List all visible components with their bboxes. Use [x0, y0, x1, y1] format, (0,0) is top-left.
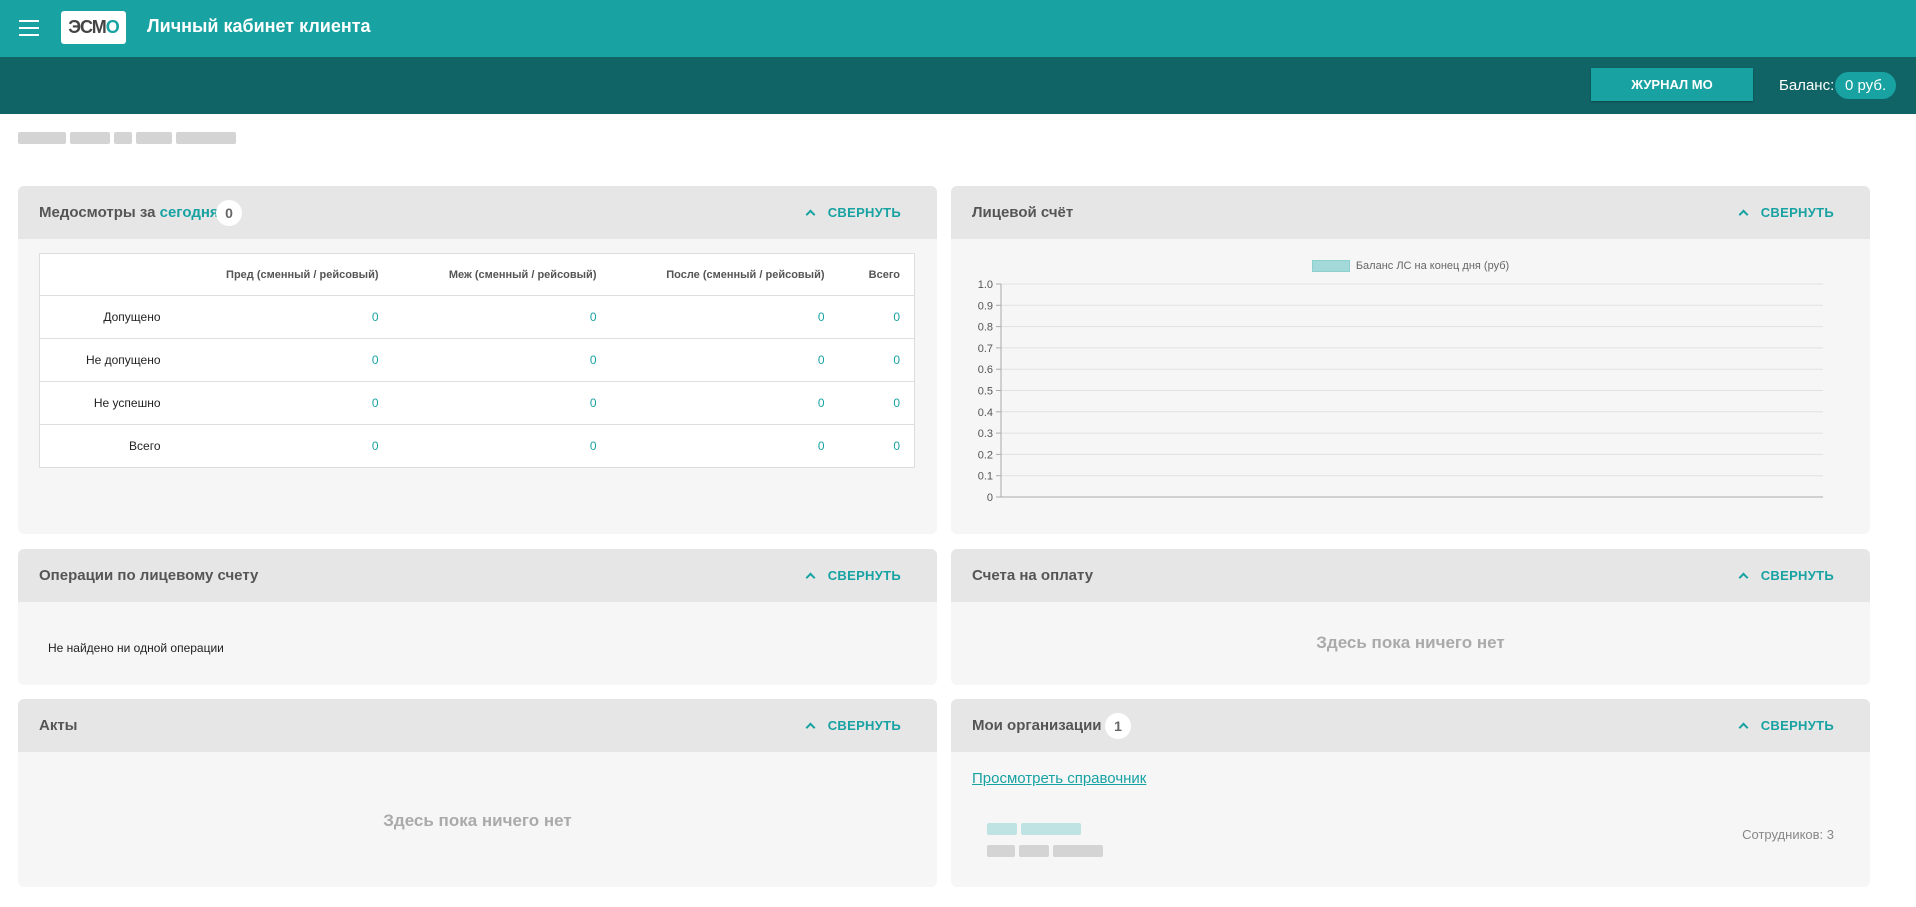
table-cell-value[interactable]: 0 — [174, 338, 393, 382]
medosmotry-collapse-button[interactable]: СВЕРНУТЬ — [805, 205, 901, 220]
invoices-card-header: Счета на оплату СВЕРНУТЬ — [951, 549, 1870, 602]
orgs-card: Мои организации 1 СВЕРНУТЬ Просмотреть с… — [951, 699, 1870, 887]
y-tick-label: 0.9 — [978, 300, 993, 312]
org-item-redacted[interactable] — [987, 820, 1112, 860]
account-card: Лицевой счёт СВЕРНУТЬ Баланс ЛС на конец… — [951, 186, 1870, 534]
table-cell-value[interactable]: 0 — [838, 424, 915, 468]
medosmotry-card: Медосмотры за сегодня 0 СВЕРНУТЬ Пред (с… — [18, 186, 937, 534]
invoices-collapse-button[interactable]: СВЕРНУТЬ — [1738, 568, 1834, 583]
table-row: Всего 0 0 0 0 — [39, 424, 915, 468]
table-cell-value[interactable]: 0 — [174, 295, 393, 339]
table-row: Не успешно 0 0 0 0 — [39, 381, 915, 425]
org-breadcrumb-redacted — [18, 129, 283, 145]
row-label: Не допущено — [39, 338, 175, 382]
y-tick-label: 0.3 — [978, 428, 993, 440]
operations-empty-message: Не найдено ни одной операции — [48, 641, 224, 655]
table-cell-value[interactable]: 0 — [838, 381, 915, 425]
y-tick-label: 0.8 — [978, 322, 993, 334]
account-title: Лицевой счёт — [972, 204, 1074, 221]
chevron-up-icon — [805, 572, 816, 583]
chevron-up-icon — [1738, 572, 1749, 583]
column-header: Всего — [838, 253, 915, 296]
y-tick-label: 0.5 — [978, 386, 993, 398]
table-cell-value[interactable]: 0 — [174, 424, 393, 468]
chevron-up-icon — [805, 722, 816, 733]
app-title: Личный кабинет клиента — [147, 16, 371, 36]
chevron-up-icon — [1738, 209, 1749, 220]
medosmotry-title-period[interactable]: сегодня — [160, 204, 219, 221]
journal-mo-button[interactable]: ЖУРНАЛ МО — [1591, 68, 1753, 101]
column-header: Меж (сменный / рейсовый) — [392, 253, 611, 296]
balance-badge: 0 руб. — [1835, 72, 1897, 99]
table-cell-value[interactable]: 0 — [838, 338, 915, 382]
orgs-collapse-button[interactable]: СВЕРНУТЬ — [1738, 718, 1834, 733]
operations-title: Операции по лицевому счету — [39, 567, 259, 584]
acts-card-header: Акты СВЕРНУТЬ — [18, 699, 937, 752]
logo-text-a: ЭСМ — [68, 17, 107, 37]
orgs-title: Мои организации — [972, 717, 1102, 734]
column-header: Пред (сменный / рейсовый) — [174, 253, 393, 296]
row-label: Не успешно — [39, 381, 175, 425]
y-tick-label: 0.7 — [978, 343, 993, 355]
y-tick-label: 0.6 — [978, 364, 993, 376]
hamburger-menu-icon[interactable] — [19, 20, 39, 36]
invoices-title: Счета на оплату — [972, 567, 1094, 584]
table-cell-value[interactable]: 0 — [174, 381, 393, 425]
table-cell-value[interactable]: 0 — [392, 295, 611, 339]
invoices-empty-message: Здесь пока ничего нет — [1316, 633, 1505, 652]
table-row: Допущено 0 0 0 0 — [39, 295, 915, 339]
table-cell-value[interactable]: 0 — [610, 338, 839, 382]
table-header-row: Пред (сменный / рейсовый) Меж (сменный /… — [39, 253, 915, 296]
sub-bar: ЖУРНАЛ МО Баланс: 0 руб. — [0, 57, 1916, 114]
y-tick-label: 0.2 — [978, 449, 993, 461]
balance-label: Баланс: — [1779, 77, 1835, 94]
account-collapse-button[interactable]: СВЕРНУТЬ — [1738, 205, 1834, 220]
acts-title: Акты — [39, 717, 78, 734]
operations-card-header: Операции по лицевому счету СВЕРНУТЬ — [18, 549, 937, 602]
y-tick-label: 1.0 — [978, 279, 993, 291]
view-directory-link[interactable]: Просмотреть справочник — [972, 770, 1146, 787]
medosmotry-card-header: Медосмотры за сегодня 0 СВЕРНУТЬ — [18, 186, 937, 239]
invoices-card: Счета на оплату СВЕРНУТЬ Здесь пока ниче… — [951, 549, 1870, 685]
column-header: После (сменный / рейсовый) — [610, 253, 839, 296]
acts-card: Акты СВЕРНУТЬ Здесь пока ничего нет — [18, 699, 937, 887]
medosmotry-title-prefix: Медосмотры за — [39, 204, 156, 221]
acts-collapse-button[interactable]: СВЕРНУТЬ — [805, 718, 901, 733]
legend-swatch — [1311, 260, 1350, 273]
logo-text-b: О — [105, 17, 120, 37]
medosmotry-title: Медосмотры за сегодня — [39, 204, 219, 221]
orgs-card-header: Мои организации 1 СВЕРНУТЬ — [951, 699, 1870, 752]
y-tick-label: 0.4 — [978, 407, 993, 419]
y-tick-label: 0.1 — [978, 471, 993, 483]
acts-empty-message: Здесь пока ничего нет — [383, 811, 572, 830]
operations-collapse-button[interactable]: СВЕРНУТЬ — [805, 568, 901, 583]
table-cell-value[interactable]: 0 — [610, 381, 839, 425]
operations-card: Операции по лицевому счету СВЕРНУТЬ Не н… — [18, 549, 937, 685]
table-cell-value[interactable]: 0 — [610, 295, 839, 339]
legend-label: Баланс ЛС на конец дня (руб) — [1355, 260, 1510, 272]
top-bar: ЭСМО Личный кабинет клиента — [0, 0, 1916, 57]
staff-count: Сотрудников: 3 — [1742, 827, 1834, 842]
chevron-up-icon — [805, 209, 816, 220]
chart-legend[interactable]: Баланс ЛС на конец дня (руб) — [951, 260, 1870, 273]
y-tick-label: 0 — [987, 492, 993, 504]
row-label: Допущено — [39, 295, 175, 339]
medosmotry-count-badge: 0 — [216, 200, 242, 226]
table-cell-value[interactable]: 0 — [392, 338, 611, 382]
logo[interactable]: ЭСМО — [61, 11, 126, 44]
row-label: Всего — [39, 424, 175, 468]
account-card-header: Лицевой счёт СВЕРНУТЬ — [951, 186, 1870, 239]
table-cell-value[interactable]: 0 — [610, 424, 839, 468]
medosmotry-table: Пред (сменный / рейсовый) Меж (сменный /… — [39, 253, 915, 468]
chevron-up-icon — [1738, 722, 1749, 733]
balance-chart: 1.0 0.9 0.8 0.7 0.6 0.5 0.4 0.3 0.2 0.1 0 — [978, 279, 1823, 504]
table-cell-value[interactable]: 0 — [392, 381, 611, 425]
orgs-count-badge: 1 — [1105, 713, 1131, 739]
table-cell-value[interactable]: 0 — [392, 424, 611, 468]
table-cell-value[interactable]: 0 — [838, 295, 915, 339]
table-row: Не допущено 0 0 0 0 — [39, 338, 915, 382]
